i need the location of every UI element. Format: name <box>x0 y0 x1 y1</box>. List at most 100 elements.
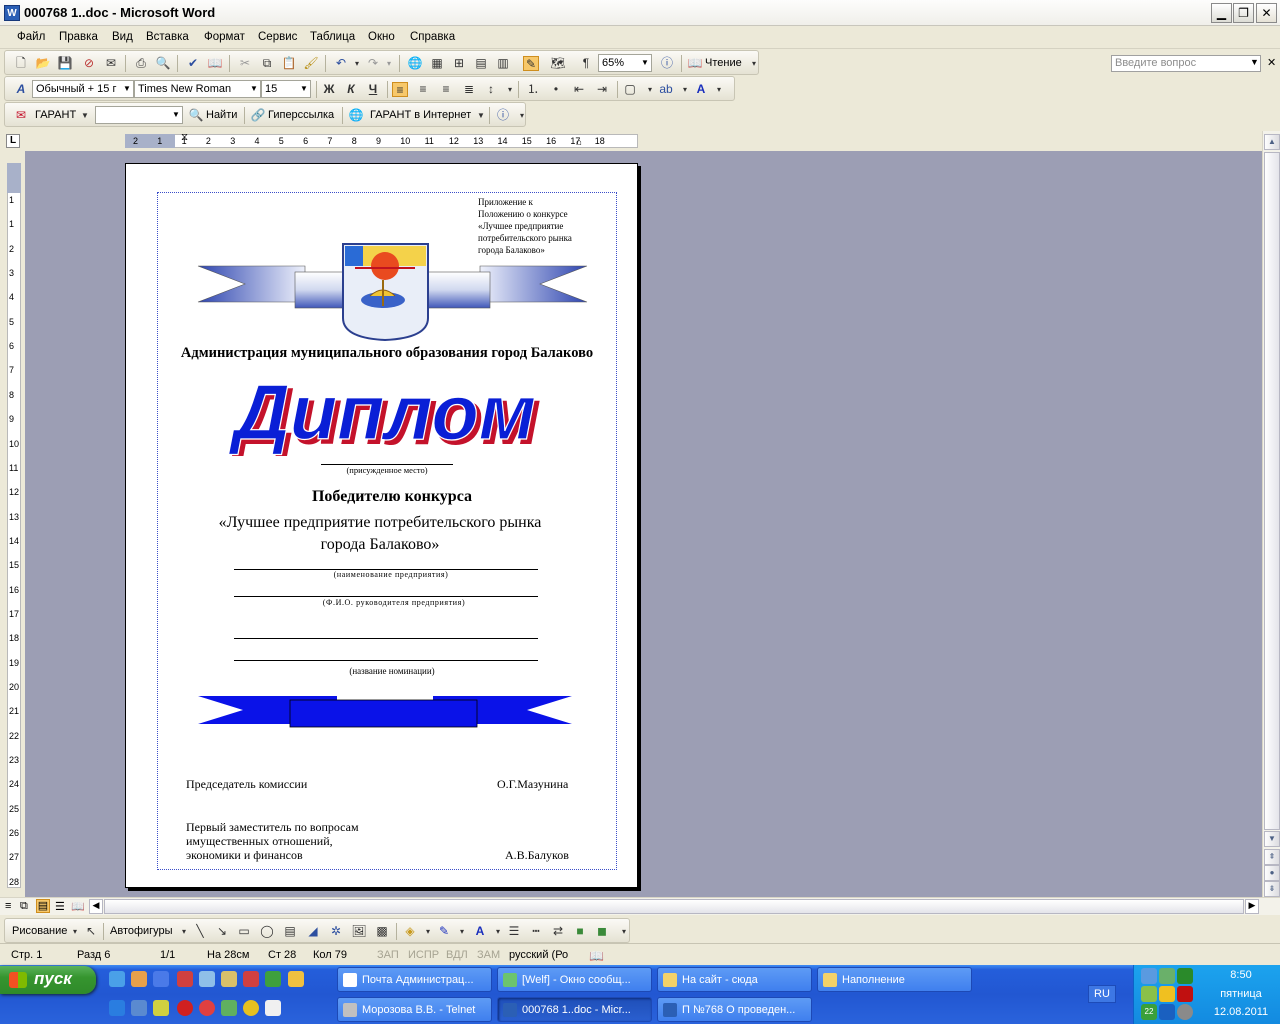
print-preview-icon[interactable]: 🔍 <box>155 56 171 71</box>
menu-insert[interactable]: Вставка <box>146 31 189 43</box>
print-layout-icon[interactable]: ▤ <box>36 899 50 913</box>
textbox-icon[interactable]: ▤ <box>282 924 298 939</box>
rectangle-icon[interactable]: ▭ <box>236 924 252 939</box>
copy-icon[interactable]: ⧉ <box>259 56 275 71</box>
task-site[interactable]: На сайт - сюда <box>657 967 812 992</box>
right-indent-icon[interactable]: ⌂ <box>576 137 582 148</box>
menu-file[interactable]: Файл <box>17 31 45 43</box>
toolbar-options-icon[interactable]: ▾ <box>746 56 762 71</box>
line-spacing-icon[interactable]: ↕ <box>483 82 499 97</box>
drawing-dropdown-icon[interactable]: ▾ <box>67 924 83 939</box>
hyperlink-icon[interactable]: 🌐 <box>407 56 423 71</box>
task-word-2[interactable]: П №768 О проведен... <box>657 997 812 1022</box>
line-color-icon[interactable]: ✎ <box>436 924 452 939</box>
garant-hyperlink-button[interactable]: Гиперссылка <box>268 109 334 121</box>
menu-edit[interactable]: Правка <box>59 31 98 43</box>
wordart-icon[interactable]: ◢ <box>305 924 321 939</box>
quicklaunch-ie-icon[interactable] <box>109 1000 125 1016</box>
undo-dropdown-icon[interactable]: ▾ <box>349 56 365 71</box>
outline-view-icon[interactable]: ☰ <box>55 900 65 913</box>
email-icon[interactable]: ✉ <box>103 56 119 71</box>
clock-time[interactable]: 8:50 <box>1206 969 1276 981</box>
arrow-icon[interactable]: ↘ <box>214 924 230 939</box>
task-telnet[interactable]: Морозова В.В. - Telnet <box>337 997 492 1022</box>
scroll-down-icon[interactable]: ▼ <box>1264 831 1280 847</box>
scroll-left-icon[interactable]: ◀ <box>89 899 103 914</box>
tray-volume-icon[interactable] <box>1177 1004 1193 1020</box>
style-dropdown-icon[interactable]: ▼ <box>121 81 133 97</box>
select-objects-icon[interactable]: ↖ <box>83 924 99 939</box>
quicklaunch-net-icon[interactable] <box>243 971 259 987</box>
size-dropdown-icon[interactable]: ▼ <box>298 81 310 97</box>
quicklaunch-opera-icon[interactable] <box>177 1000 193 1016</box>
permission-icon[interactable]: ⊘ <box>81 56 97 71</box>
format-painter-icon[interactable]: 🖌 <box>303 56 319 71</box>
shadow-icon[interactable]: ■ <box>572 924 588 939</box>
read-button[interactable]: Чтение <box>705 57 742 69</box>
align-right-icon[interactable]: ≡ <box>438 82 454 97</box>
drawing-toggle-icon[interactable]: ✎ <box>523 56 539 71</box>
drawing-options-icon[interactable]: ▾ <box>616 924 632 939</box>
garant-options-icon[interactable]: ▾ <box>514 108 530 123</box>
fill-color-icon[interactable]: ◈ <box>402 924 418 939</box>
prev-page-icon[interactable]: ⇞ <box>1264 849 1280 865</box>
garant-find-button[interactable]: Найти <box>206 109 237 121</box>
diagram-icon[interactable]: ✲ <box>328 924 344 939</box>
numbering-icon[interactable]: ⒈ <box>525 82 541 97</box>
highlight-icon[interactable]: ab <box>658 82 674 97</box>
maximize-button[interactable]: ❐ <box>1233 3 1254 23</box>
indent-marker-icon[interactable]: ⧖ <box>181 132 188 143</box>
garant-dropdown-icon[interactable]: ▼ <box>77 108 93 123</box>
borders-icon[interactable]: ▢ <box>622 82 638 97</box>
line-spacing-dropdown-icon[interactable]: ▾ <box>502 82 518 97</box>
menu-view[interactable]: Вид <box>112 31 133 43</box>
align-left-icon[interactable]: ≡ <box>392 82 408 97</box>
quicklaunch-gear-icon[interactable] <box>221 971 237 987</box>
underline-button[interactable]: Ч <box>365 82 381 97</box>
document-map-icon[interactable]: 🗺 <box>550 56 566 71</box>
menu-format[interactable]: Формат <box>204 31 245 43</box>
garant-internet-button[interactable]: ГАРАНТ в Интернет <box>370 109 471 121</box>
task-mail[interactable]: Почта Администрац... <box>337 967 492 992</box>
scroll-up-icon[interactable]: ▲ <box>1264 134 1280 150</box>
line-style-icon[interactable]: ☰ <box>506 924 522 939</box>
font-select[interactable]: Times New Roman ▼ <box>134 80 261 98</box>
status-record[interactable]: ЗАП <box>377 949 399 961</box>
menu-tools[interactable]: Сервис <box>258 31 297 43</box>
language-indicator[interactable]: RU <box>1088 985 1116 1003</box>
3d-icon[interactable]: ◼ <box>594 924 610 939</box>
print-icon[interactable]: ⎙ <box>133 56 149 71</box>
tray-ti-icon[interactable] <box>1159 1004 1175 1020</box>
fill-color-dropdown-icon[interactable]: ▾ <box>420 924 436 939</box>
quicklaunch-chrome-icon[interactable] <box>243 1000 259 1016</box>
garant-menu-button[interactable]: ГАРАНТ <box>35 109 76 121</box>
redo-dropdown-icon[interactable]: ▾ <box>381 56 397 71</box>
garant-info-icon[interactable]: ⓘ <box>495 108 511 123</box>
dash-style-icon[interactable]: ┅ <box>528 924 544 939</box>
ask-question-input[interactable]: Введите вопрос <box>1111 55 1261 72</box>
clipart-icon[interactable]: 🖼 <box>351 924 367 939</box>
insert-table-icon[interactable]: ⊞ <box>451 56 467 71</box>
bold-button[interactable]: Ж <box>321 82 337 97</box>
tray-flower-icon[interactable] <box>1159 986 1175 1002</box>
quicklaunch-app-icon[interactable] <box>153 971 169 987</box>
highlight-dropdown-icon[interactable]: ▾ <box>677 82 693 97</box>
quicklaunch-game-icon[interactable] <box>265 971 281 987</box>
zoom-select[interactable]: 65% ▼ <box>598 54 652 72</box>
vertical-scrollbar[interactable]: ▲ ▼ ⇞ ● ⇟ <box>1262 131 1280 897</box>
zoom-dropdown-icon[interactable]: ▼ <box>639 55 651 71</box>
tray-network-icon[interactable] <box>1141 968 1157 984</box>
quicklaunch-window-icon[interactable] <box>265 1000 281 1016</box>
show-formatting-icon[interactable]: ¶ <box>578 56 594 71</box>
close-button[interactable]: ✕ <box>1256 3 1277 23</box>
autoshapes-button[interactable]: Автофигуры <box>110 925 173 937</box>
tables-borders-icon[interactable]: ▦ <box>429 56 445 71</box>
start-button[interactable]: пуск <box>0 966 96 994</box>
next-page-icon[interactable]: ⇟ <box>1264 881 1280 897</box>
browse-object-icon[interactable]: ● <box>1264 865 1280 881</box>
style-select[interactable]: Обычный + 15 г ▼ <box>32 80 134 98</box>
tray-app-icon[interactable] <box>1177 968 1193 984</box>
quicklaunch-mail-icon[interactable] <box>199 971 215 987</box>
font-color-dropdown-icon[interactable]: ▾ <box>711 82 727 97</box>
styles-formatting-icon[interactable]: A <box>13 82 29 97</box>
